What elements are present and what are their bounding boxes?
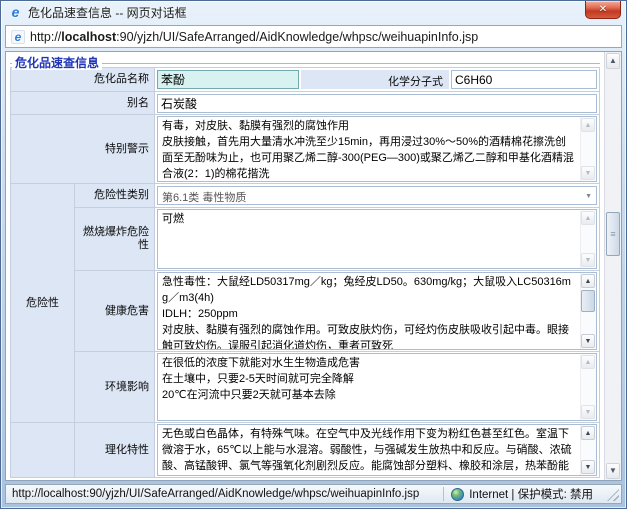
environment-text: 在很低的浓度下就能对水生生物造成危害 在土壤中，只要2-5天时间就可完全降解 2… <box>158 354 579 420</box>
physical-label: 理化特性 <box>75 423 155 478</box>
category-label: 危险性类别 <box>75 184 155 208</box>
explosion-text: 可燃 <box>158 210 579 268</box>
section-title: 危化品速查信息 <box>12 56 102 70</box>
warning-scrollbar[interactable]: ▲ ▼ <box>580 117 596 181</box>
table-row: 特别警示 有毒，对皮肤、黏膜有强烈的腐蚀作用 皮肤接触，首先用大量清水冲洗至少1… <box>11 115 600 184</box>
url-prefix: http:// <box>30 30 61 44</box>
ie-icon: e <box>8 5 23 20</box>
window-title: 危化品速查信息 -- 网页对话框 <box>28 4 187 21</box>
warning-textarea[interactable]: 有毒，对皮肤、黏膜有强烈的腐蚀作用 皮肤接触，首先用大量清水冲洗至少15min，… <box>157 116 597 182</box>
vertical-scrollbar[interactable]: ▲ ≡ ▼ <box>604 52 621 480</box>
thumb-grip-icon: ≡ <box>610 230 615 239</box>
table-row: 别名 <box>11 92 600 115</box>
warning-label: 特别警示 <box>11 115 155 184</box>
environment-textarea[interactable]: 在很低的浓度下就能对水生生物造成危害 在土壤中，只要2-5天时间就可完全降解 2… <box>157 353 597 421</box>
url-path: :90/yjzh/UI/SafeArranged/AidKnowledge/wh… <box>116 30 478 44</box>
hazard-group-label: 危险性 <box>11 184 75 423</box>
address-bar: e http://localhost:90/yjzh/UI/SafeArrang… <box>5 25 622 48</box>
table-row: 环境影响 在很低的浓度下就能对水生生物造成危害 在土壤中，只要2-5天时间就可完… <box>11 352 600 423</box>
scroll-down-icon[interactable]: ▼ <box>581 405 595 419</box>
explosion-label: 燃烧爆炸危险性 <box>75 208 155 271</box>
table-row: 健康危害 急性毒性：大鼠经LD50317mg／kg；兔经皮LD50。630mg/… <box>11 271 600 352</box>
table-row: 危险性 危险性类别 第6.1类 毒性物质 ▼ <box>11 184 600 208</box>
formula-label: 化学分子式 <box>301 70 449 89</box>
alias-input[interactable] <box>157 94 597 113</box>
close-icon: ✕ <box>599 5 607 15</box>
address-url: http://localhost:90/yjzh/UI/SafeArranged… <box>30 30 478 44</box>
status-url: http://localhost:90/yjzh/UI/SafeArranged… <box>12 488 436 500</box>
zone-text: Internet | 保护模式: 禁用 <box>469 486 593 502</box>
health-label: 健康危害 <box>75 271 155 352</box>
scroll-down-icon[interactable]: ▼ <box>581 253 595 267</box>
scroll-up-icon[interactable]: ▲ <box>581 118 595 132</box>
dropdown-arrow-icon: ▼ <box>585 193 592 200</box>
scroll-up-icon[interactable]: ▲ <box>581 355 595 369</box>
name-label: 危化品名称 <box>11 68 155 92</box>
hazard-category-value: 第6.1类 毒性物质 <box>162 192 246 204</box>
title-bar: e 危化品速查信息 -- 网页对话框 ✕ <box>1 1 626 23</box>
scroll-down-icon[interactable]: ▼ <box>581 460 595 474</box>
health-textarea[interactable]: 急性毒性：大鼠经LD50317mg／kg；兔经皮LD50。630mg/kg；大鼠… <box>157 272 597 350</box>
url-host: localhost <box>61 30 116 44</box>
environment-label: 环境影响 <box>75 352 155 423</box>
status-zone: Internet | 保护模式: 禁用 <box>451 486 615 502</box>
physical-text: 无色或白色晶体，有特殊气味。在空气中及光线作用下变为粉红色甚至红色。室温下微溶于… <box>158 425 579 475</box>
close-button[interactable]: ✕ <box>585 1 621 19</box>
environment-scrollbar[interactable]: ▲ ▼ <box>580 354 596 420</box>
physical-textarea[interactable]: 无色或白色晶体，有特殊气味。在空气中及光线作用下变为粉红色甚至红色。室温下微溶于… <box>157 424 597 476</box>
scrollbar-down-button[interactable]: ▼ <box>606 463 620 479</box>
status-bar: http://localhost:90/yjzh/UI/SafeArranged… <box>5 484 622 504</box>
scroll-up-icon[interactable]: ▲ <box>581 274 595 288</box>
physical-scrollbar[interactable]: ▲ ▼ <box>580 425 596 475</box>
empty-group-cell <box>11 423 75 478</box>
scrollbar-up-button[interactable]: ▲ <box>606 53 620 69</box>
table-row: 理化特性 无色或白色晶体，有特殊气味。在空气中及光线作用下变为粉红色甚至红色。室… <box>11 423 600 478</box>
hazard-category-select[interactable]: 第6.1类 毒性物质 ▼ <box>157 186 597 205</box>
explosion-scrollbar[interactable]: ▲ ▼ <box>580 210 596 268</box>
health-scrollbar[interactable]: ▲ ▼ <box>580 273 596 349</box>
chemical-name-input[interactable] <box>157 70 299 89</box>
page-content: 危化品速查信息 危化品名称 化学分子式 <box>6 52 604 480</box>
info-table: 危化品名称 化学分子式 别名 <box>10 67 600 478</box>
globe-icon <box>451 488 464 501</box>
explosion-textarea[interactable]: 可燃 ▲ ▼ <box>157 209 597 269</box>
scroll-down-icon[interactable]: ▼ <box>581 166 595 180</box>
table-row: 燃烧爆炸危险性 可燃 ▲ ▼ <box>11 208 600 271</box>
dialog-window: e 危化品速查信息 -- 网页对话框 ✕ e http://localhost:… <box>0 0 627 509</box>
status-divider <box>443 487 444 501</box>
health-text: 急性毒性：大鼠经LD50317mg／kg；兔经皮LD50。630mg/kg；大鼠… <box>158 273 579 349</box>
info-fieldset: 危化品速查信息 危化品名称 化学分子式 <box>10 63 600 478</box>
content-wrap: 危化品速查信息 危化品名称 化学分子式 <box>5 51 622 481</box>
page-icon: e <box>11 30 25 44</box>
scroll-up-icon[interactable]: ▲ <box>581 211 595 225</box>
table-row: 危化品名称 化学分子式 <box>11 68 600 92</box>
scroll-down-icon[interactable]: ▼ <box>581 334 595 348</box>
scrollbar-thumb[interactable]: ≡ <box>606 212 620 256</box>
alias-label: 别名 <box>11 92 155 115</box>
warning-text: 有毒，对皮肤、黏膜有强烈的腐蚀作用 皮肤接触，首先用大量清水冲洗至少15min，… <box>158 117 579 181</box>
scroll-up-icon[interactable]: ▲ <box>581 426 595 440</box>
scrollbar-thumb[interactable] <box>581 290 595 312</box>
formula-input[interactable] <box>451 70 597 89</box>
